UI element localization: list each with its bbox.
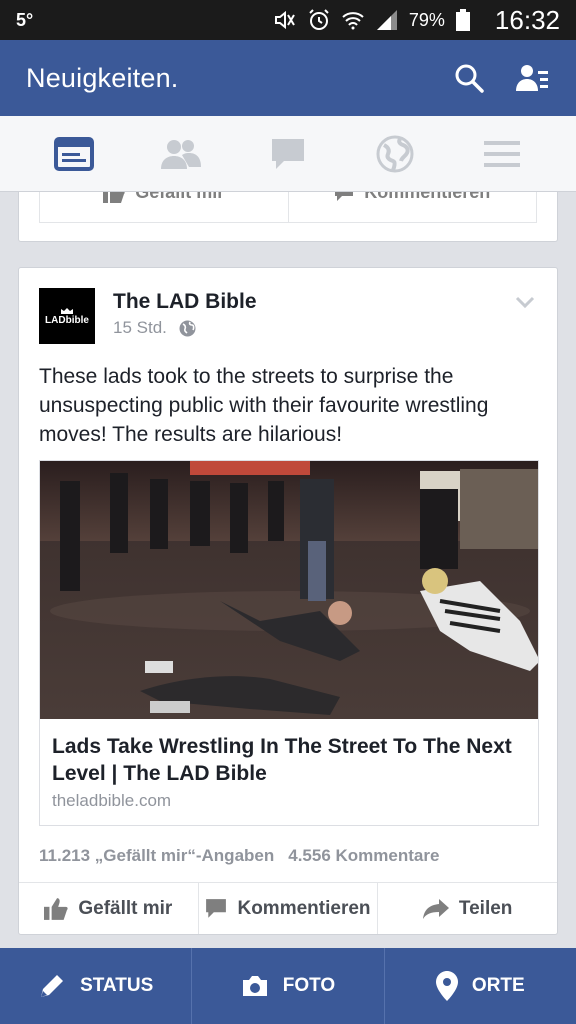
post-header: LADbible The LAD Bible 15 Std. xyxy=(39,288,537,348)
tab-news-feed[interactable] xyxy=(44,124,104,184)
navigation-tabs xyxy=(0,116,576,192)
news-feed-icon xyxy=(53,136,94,171)
status-button[interactable]: STATUS xyxy=(0,948,191,1024)
previous-comment-button[interactable]: Kommentieren xyxy=(287,192,537,222)
pencil-icon xyxy=(41,975,64,997)
clock: 16:32 xyxy=(494,4,560,35)
temperature-indicator: 5° xyxy=(16,9,34,30)
tab-friends[interactable] xyxy=(151,124,211,184)
comment-icon xyxy=(335,192,354,201)
ladbible-logo xyxy=(61,307,73,314)
status-bar: 5° 79% 16:32 xyxy=(0,0,576,40)
like-label: Gefällt mir xyxy=(78,897,173,919)
app-header: Neuigkeiten. xyxy=(0,40,576,116)
chevron-down-icon[interactable] xyxy=(513,290,537,314)
menu-icon xyxy=(484,140,521,167)
photo-button[interactable]: FOTO xyxy=(191,948,383,1024)
wifi-icon xyxy=(341,8,365,32)
tab-messages[interactable] xyxy=(258,124,318,184)
battery-percent: 79% xyxy=(408,9,445,30)
comments-count[interactable]: 4.556 Kommentare xyxy=(288,846,439,866)
link-title[interactable]: Lads Take Wrestling In The Street To The… xyxy=(52,733,526,787)
messages-icon xyxy=(271,138,304,169)
comment-button[interactable]: Kommentieren xyxy=(197,883,378,934)
page-avatar[interactable]: LADbible xyxy=(39,288,95,344)
globe-icon xyxy=(376,135,414,172)
previous-comment-label: Kommentieren xyxy=(364,192,491,202)
previous-like-button[interactable]: Gefällt mir xyxy=(40,192,288,222)
search-button[interactable] xyxy=(452,61,486,95)
page-name[interactable]: The LAD Bible xyxy=(113,290,257,314)
post-actions: Gefällt mir Kommentieren Teilen xyxy=(19,882,557,934)
link-preview[interactable]: Lads Take Wrestling In The Street To The… xyxy=(39,460,539,826)
battery-icon xyxy=(455,8,479,32)
previous-post-card: Gefällt mir Kommentieren xyxy=(18,192,558,242)
thumbs-up-icon xyxy=(44,897,68,920)
status-label: STATUS xyxy=(80,975,154,996)
alarm-icon xyxy=(307,8,331,32)
signal-icon xyxy=(375,8,399,32)
likes-count[interactable]: 11.213 „Gefällt mir“-Angaben xyxy=(39,846,274,866)
avatar-text: LADbible xyxy=(45,314,89,326)
friend-requests-button[interactable] xyxy=(516,61,550,95)
previous-like-label: Gefällt mir xyxy=(135,192,225,202)
comment-label: Kommentieren xyxy=(237,897,371,919)
tab-more[interactable] xyxy=(472,124,532,184)
location-pin-icon xyxy=(435,971,458,1001)
public-globe-icon xyxy=(179,320,196,336)
places-button[interactable]: ORTE xyxy=(383,948,576,1024)
post-time[interactable]: 15 Std. xyxy=(113,318,167,338)
tab-notifications[interactable] xyxy=(365,124,425,184)
share-arrow-icon xyxy=(422,898,449,919)
photo-label: FOTO xyxy=(282,975,336,996)
composer-bar: STATUS FOTO ORTE xyxy=(0,948,576,1024)
comment-icon xyxy=(206,898,227,918)
post-stats: 11.213 „Gefällt mir“-Angaben 4.556 Komme… xyxy=(39,846,439,866)
share-button[interactable]: Teilen xyxy=(377,883,557,934)
link-domain: theladbible.com xyxy=(52,791,172,810)
share-label: Teilen xyxy=(458,897,513,919)
link-preview-image[interactable] xyxy=(40,461,538,719)
post-card: LADbible The LAD Bible 15 Std. These lad… xyxy=(18,267,558,935)
post-text: These lads took to the streets to surpri… xyxy=(39,365,489,446)
like-button[interactable]: Gefällt mir xyxy=(19,883,198,934)
search-icon xyxy=(455,64,484,93)
page-title: Neuigkeiten. xyxy=(26,62,179,93)
thumbs-up-icon xyxy=(103,192,125,203)
mute-icon xyxy=(273,8,297,32)
camera-icon xyxy=(242,976,267,996)
friends-icon xyxy=(160,139,201,169)
friend-requests-icon xyxy=(516,65,548,91)
news-feed[interactable]: Gefällt mir Kommentieren LADbible The LA… xyxy=(0,192,576,948)
places-label: ORTE xyxy=(471,975,525,996)
